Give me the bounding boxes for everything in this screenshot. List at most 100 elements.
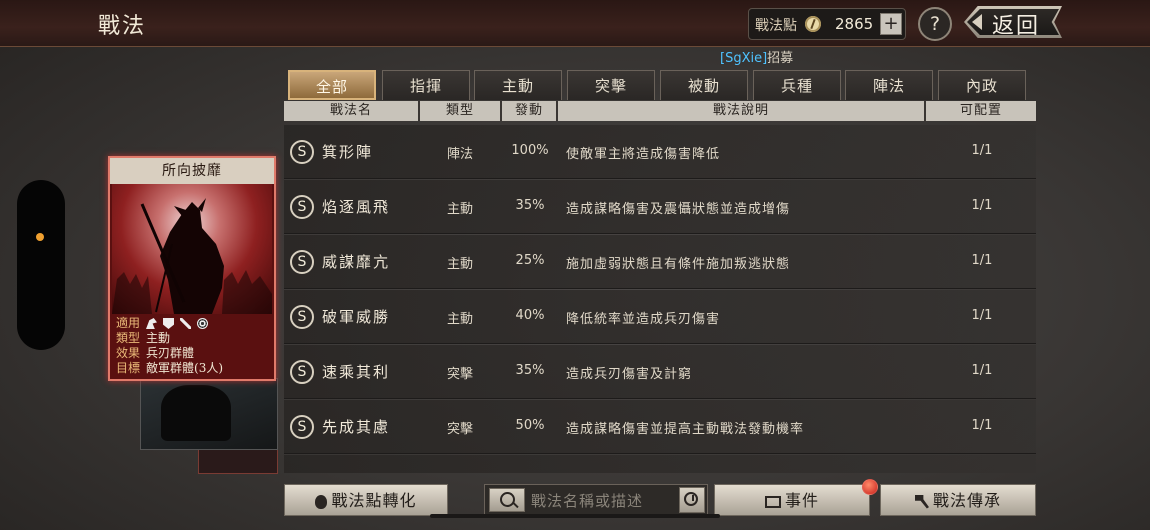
back-arrow-icon [972, 14, 982, 30]
clock-icon [684, 492, 698, 506]
tab-passive[interactable]: 被動 [660, 70, 748, 100]
tactic-configurable: 1/1 [971, 308, 993, 323]
grade-badge: S [290, 250, 314, 274]
events-button[interactable]: 事件 [714, 484, 870, 516]
table-row[interactable]: S 破軍威勝 主動 40% 降低統率並造成兵刃傷害 1/1 [284, 290, 1036, 344]
tactic-type: 主動 [446, 202, 473, 217]
grade-badge: S [290, 305, 314, 329]
card-title: 所向披靡 [110, 158, 274, 184]
tactic-description: 造成兵刃傷害及計窮 [566, 367, 693, 382]
card-key-effect: 效果 [116, 346, 141, 360]
column-configurable[interactable]: 可配置 [926, 101, 1036, 121]
back-button[interactable]: 返回 [964, 6, 1062, 39]
tactic-name: 破軍威勝 [322, 308, 391, 326]
inherit-label: 戰法傳承 [932, 491, 1001, 510]
recruit-notice[interactable]: [SgXie]招募 [720, 47, 793, 66]
tactic-configurable: 1/1 [971, 253, 993, 268]
tactic-points-box: 戰法點 2865 + [748, 8, 906, 40]
tactic-name: 焰逐風飛 [322, 198, 391, 216]
grade-badge: S [290, 195, 314, 219]
tactic-type: 主動 [446, 312, 473, 327]
tab-formation[interactable]: 陣法 [845, 70, 933, 100]
tactic-rate: 100% [511, 143, 549, 158]
tab-internal[interactable]: 內政 [938, 70, 1026, 100]
card-value-type: 主動 [146, 331, 171, 345]
tab-troop[interactable]: 兵種 [753, 70, 841, 100]
table-row[interactable]: S 先成其慮 突擊 50% 造成謀略傷害並提高主動戰法發動機率 1/1 [284, 400, 1036, 454]
search-button[interactable] [489, 488, 525, 512]
fire-icon [315, 494, 328, 509]
convert-points-button[interactable]: 戰法點轉化 [284, 484, 448, 516]
table-row[interactable]: S 速乘其利 突擊 35% 造成兵刃傷害及計窮 1/1 [284, 345, 1036, 399]
search-icon [500, 492, 515, 507]
notification-dot [862, 479, 878, 495]
grade-badge: S [290, 140, 314, 164]
column-name[interactable]: 戰法名 [284, 101, 420, 121]
tab-assault[interactable]: 突擊 [567, 70, 655, 100]
column-description: 戰法說明 [558, 101, 926, 121]
history-button[interactable] [679, 487, 705, 513]
book-icon [764, 495, 781, 508]
horse-icon [146, 318, 158, 329]
tactic-type: 陣法 [446, 147, 473, 162]
grade-badge: S [290, 360, 314, 384]
top-bar: 戰法 戰法點 2865 + ? 返回 [0, 0, 1150, 47]
sword-icon [180, 318, 192, 329]
tab-command[interactable]: 指揮 [382, 70, 470, 100]
tactic-configurable: 1/1 [971, 143, 993, 158]
tactic-rate: 35% [515, 198, 545, 213]
tactic-rate: 40% [515, 308, 545, 323]
recruit-tag: [SgXie] [720, 51, 768, 66]
convert-label: 戰法點轉化 [331, 491, 417, 510]
tactic-type: 突擊 [446, 422, 473, 437]
shield-icon [163, 318, 175, 329]
back-label: 返回 [992, 14, 1041, 39]
tactic-configurable: 1/1 [971, 198, 993, 213]
side-indicator-dot [36, 233, 44, 241]
tactic-description: 使敵軍主將造成傷害降低 [566, 147, 721, 162]
wheel-icon [197, 318, 209, 329]
add-points-button[interactable]: + [880, 13, 902, 35]
side-handle[interactable] [17, 180, 65, 350]
card-value-target: 敵軍群體(3人) [146, 361, 224, 375]
recruit-text: 招募 [767, 51, 794, 66]
tactic-type: 主動 [446, 257, 473, 272]
hammer-icon [914, 494, 929, 509]
tactic-description: 施加虛弱狀態且有條件施加叛逃狀態 [566, 257, 791, 272]
table-row[interactable]: S 威謀靡亢 主動 25% 施加虛弱狀態且有條件施加叛逃狀態 1/1 [284, 235, 1036, 289]
table-row[interactable] [284, 455, 1036, 473]
points-label: 戰法點 [755, 18, 797, 34]
tab-all[interactable]: 全部 [288, 70, 376, 100]
tactic-rate: 50% [515, 418, 545, 433]
tactic-name: 先成其慮 [322, 418, 391, 436]
tactic-rate: 25% [515, 253, 545, 268]
events-label: 事件 [784, 491, 819, 510]
tactic-point-icon [805, 16, 821, 32]
tactic-name: 速乘其利 [322, 363, 391, 381]
tab-active[interactable]: 主動 [474, 70, 562, 100]
tactic-card[interactable]: 所向披靡 適用 類型 主動 效果 兵刃群體 目標 敵軍群體(3人) [108, 156, 276, 381]
tactic-description: 造成謀略傷害及震懾狀態並造成增傷 [566, 202, 791, 217]
tactic-name: 箕形陣 [322, 143, 374, 161]
column-type[interactable]: 類型 [420, 101, 502, 121]
tactic-name: 威謀靡亢 [322, 253, 391, 271]
column-rate[interactable]: 發動 [502, 101, 558, 121]
tactic-inherit-button[interactable]: 戰法傳承 [880, 484, 1036, 516]
card-stack-middle [140, 378, 278, 450]
table-row[interactable]: S 焰逐風飛 主動 35% 造成謀略傷害及震懾狀態並造成增傷 1/1 [284, 180, 1036, 234]
card-info: 適用 類型 主動 效果 兵刃群體 目標 敵軍群體(3人) [116, 316, 223, 376]
tactic-list[interactable]: S 箕形陣 陣法 100% 使敵軍主將造成傷害降低 1/1 S 焰逐風飛 主動 … [284, 123, 1036, 473]
help-button[interactable]: ? [918, 7, 952, 41]
card-value-effect: 兵刃群體 [146, 346, 195, 360]
grade-badge: S [290, 415, 314, 439]
search-input[interactable] [529, 489, 681, 513]
card-key-apply: 適用 [116, 316, 141, 330]
tactic-description: 造成謀略傷害並提高主動戰法發動機率 [566, 422, 805, 437]
card-key-target: 目標 [116, 361, 141, 375]
tactic-description: 降低統率並造成兵刃傷害 [566, 312, 721, 327]
points-value: 2865 [835, 15, 874, 33]
tactic-rate: 35% [515, 363, 545, 378]
card-key-type: 類型 [116, 331, 141, 345]
home-indicator [430, 514, 720, 518]
table-row[interactable]: S 箕形陣 陣法 100% 使敵軍主將造成傷害降低 1/1 [284, 125, 1036, 179]
